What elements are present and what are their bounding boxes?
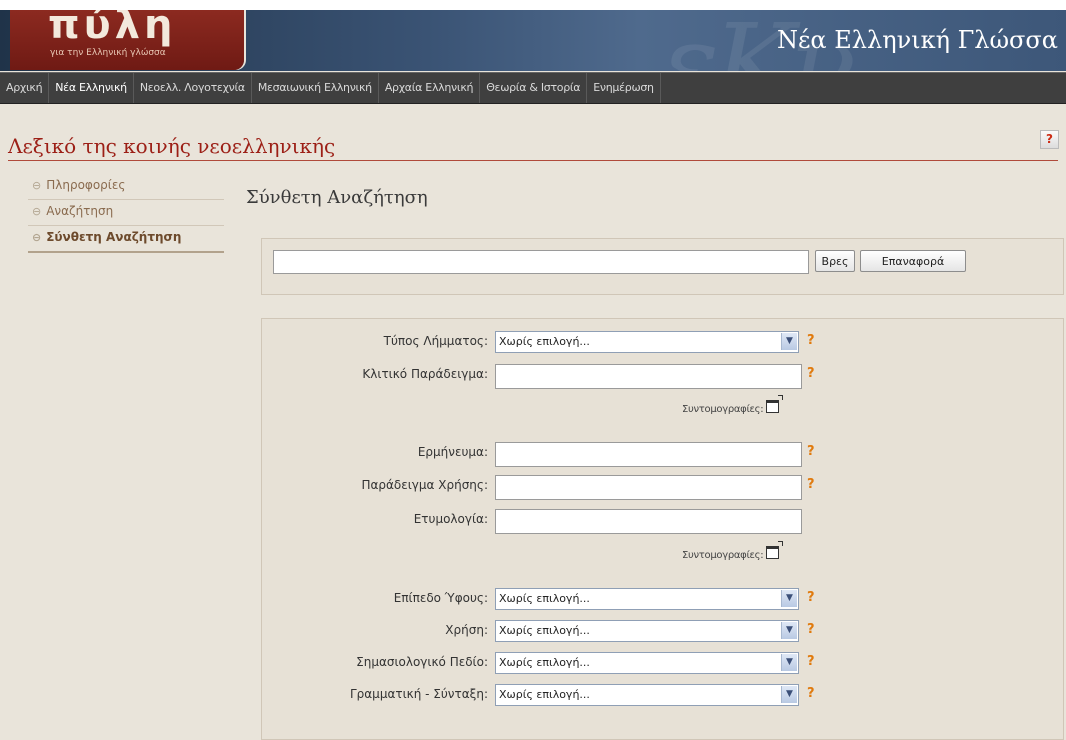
chevron-down-icon[interactable]: ▼	[781, 686, 797, 703]
grammar-syntax-label: Γραμματική - Σύνταξη:	[349, 687, 488, 701]
sidebar-item-label: Πληροφορίες	[46, 178, 126, 192]
help-icon[interactable]: ?	[807, 622, 815, 637]
semantic-field-select[interactable]: Χωρίς επιλογή... ▼	[495, 652, 799, 674]
find-button[interactable]: Βρες	[815, 250, 855, 272]
site-title: Νέα Ελληνική Γλώσσα	[776, 26, 1058, 54]
abbreviations-link-1[interactable]: Συντομογραφίες:	[682, 395, 784, 415]
sidebar: ⊖ Πληροφορίες ⊖ Αναζήτηση ⊖ Σύνθετη Αναζήτη…	[28, 174, 224, 253]
row-lemma-type: Τύπος Λήμματος: Χωρίς επιλογή... ▼ ?	[262, 331, 1063, 353]
bullet-icon: ⊖	[32, 179, 42, 192]
row-style-level: Επίπεδο Ύφους: Χωρίς επιλογή... ▼ ?	[262, 588, 1063, 610]
advanced-form: Τύπος Λήμματος: Χωρίς επιλογή... ▼ ? Κλι…	[261, 318, 1064, 740]
style-level-value: Χωρίς επιλογή...	[499, 592, 590, 605]
nav-item-news[interactable]: Ενημέρωση	[587, 73, 661, 103]
help-icon[interactable]: ?	[807, 590, 815, 605]
inflection-example-input[interactable]	[495, 364, 802, 389]
definition-input[interactable]	[495, 442, 802, 467]
nav-item-modern-literature[interactable]: Νεοελλ. Λογοτεχνία	[134, 73, 252, 103]
inflection-example-label: Κλιτικό Παράδειγμα:	[362, 367, 488, 381]
nav-item-home[interactable]: Αρχική	[0, 73, 50, 103]
site-header: εΚν πύλη για την Ελληνική γλώσσα Νέα Ελλ…	[0, 10, 1066, 71]
logo-tagline: για την Ελληνική γλώσσα	[50, 48, 166, 58]
abbreviations-label: Συντομογραφίες:	[682, 404, 764, 415]
abbreviations-label: Συντομογραφίες:	[682, 550, 764, 561]
semantic-field-value: Χωρίς επιλογή...	[499, 656, 590, 669]
grammar-syntax-select[interactable]: Χωρίς επιλογή... ▼	[495, 684, 799, 706]
etymology-input[interactable]	[495, 509, 802, 534]
help-icon[interactable]: ?	[807, 477, 815, 492]
usage-label: Χρήση:	[445, 623, 488, 637]
row-definition: Ερμήνευμα: ?	[262, 442, 1063, 467]
nav-item-modern-greek[interactable]: Νέα Ελληνική	[49, 73, 134, 103]
help-icon[interactable]: ?	[1040, 130, 1059, 149]
bullet-icon: ⊖	[32, 205, 42, 218]
help-icon[interactable]: ?	[807, 333, 815, 348]
usage-value: Χωρίς επιλογή...	[499, 624, 590, 637]
help-icon[interactable]: ?	[807, 686, 815, 701]
abbreviations-link-2[interactable]: Συντομογραφίες:	[682, 541, 784, 561]
row-inflection-example: Κλιτικό Παράδειγμα: ?	[262, 364, 1063, 389]
usage-select[interactable]: Χωρίς επιλογή... ▼	[495, 620, 799, 642]
sidebar-item-search[interactable]: ⊖ Αναζήτηση	[28, 200, 224, 226]
help-icon[interactable]: ?	[807, 444, 815, 459]
grammar-syntax-value: Χωρίς επιλογή...	[499, 688, 590, 701]
lemma-type-label: Τύπος Λήμματος:	[383, 334, 488, 348]
nav-item-medieval-greek[interactable]: Μεσαιωνική Ελληνική	[252, 73, 379, 103]
main-nav: Αρχική Νέα Ελληνική Νεοελλ. Λογοτεχνία Μ…	[0, 72, 1066, 104]
lemma-type-select[interactable]: Χωρίς επιλογή... ▼	[495, 331, 799, 353]
etymology-label: Ετυμολογία:	[413, 512, 488, 526]
lemma-type-value: Χωρίς επιλογή...	[499, 335, 590, 348]
sidebar-item-info[interactable]: ⊖ Πληροφορίες	[28, 174, 224, 200]
row-etymology: Ετυμολογία:	[262, 509, 1063, 534]
chevron-down-icon[interactable]: ▼	[781, 590, 797, 607]
row-usage-example: Παράδειγμα Χρήσης: ?	[262, 475, 1063, 500]
chevron-down-icon[interactable]: ▼	[781, 622, 797, 639]
window-icon[interactable]	[766, 395, 784, 413]
title-divider	[8, 160, 1058, 161]
page-title: Σύνθετη Αναζήτηση	[246, 187, 428, 208]
usage-example-label: Παράδειγμα Χρήσης:	[361, 478, 488, 492]
bullet-icon: ⊖	[32, 231, 42, 244]
style-level-label: Επίπεδο Ύφους:	[393, 591, 488, 605]
sidebar-item-label: Αναζήτηση	[46, 204, 114, 218]
top-strip	[0, 0, 1066, 10]
chevron-down-icon[interactable]: ▼	[781, 333, 797, 350]
dictionary-title: Λεξικό της κοινής νεοελληνικής	[8, 134, 336, 158]
semantic-field-label: Σημασιολογικό Πεδίο:	[356, 655, 488, 669]
usage-example-input[interactable]	[495, 475, 802, 500]
definition-label: Ερμήνευμα:	[417, 445, 488, 459]
help-icon[interactable]: ?	[807, 366, 815, 381]
nav-item-theory-history[interactable]: Θεωρία & Ιστορία	[480, 73, 588, 103]
sidebar-item-advanced-search[interactable]: ⊖ Σύνθετη Αναζήτηση	[28, 226, 224, 253]
row-usage: Χρήση: Χωρίς επιλογή... ▼ ?	[262, 620, 1063, 642]
style-level-select[interactable]: Χωρίς επιλογή... ▼	[495, 588, 799, 610]
nav-item-ancient-greek[interactable]: Αρχαία Ελληνική	[379, 73, 481, 103]
reset-button[interactable]: Επαναφορά	[860, 250, 966, 272]
logo-word: πύλη	[48, 10, 177, 48]
sidebar-item-label: Σύνθετη Αναζήτηση	[46, 230, 182, 244]
search-input[interactable]	[273, 250, 809, 274]
chevron-down-icon[interactable]: ▼	[781, 654, 797, 671]
help-icon[interactable]: ?	[807, 654, 815, 669]
logo[interactable]: πύλη για την Ελληνική γλώσσα	[10, 10, 244, 70]
row-semantic-field: Σημασιολογικό Πεδίο: Χωρίς επιλογή... ▼ …	[262, 652, 1063, 674]
search-panel: Βρες Επαναφορά	[261, 238, 1064, 295]
row-grammar-syntax: Γραμματική - Σύνταξη: Χωρίς επιλογή... ▼…	[262, 684, 1063, 706]
window-icon[interactable]	[766, 541, 784, 559]
